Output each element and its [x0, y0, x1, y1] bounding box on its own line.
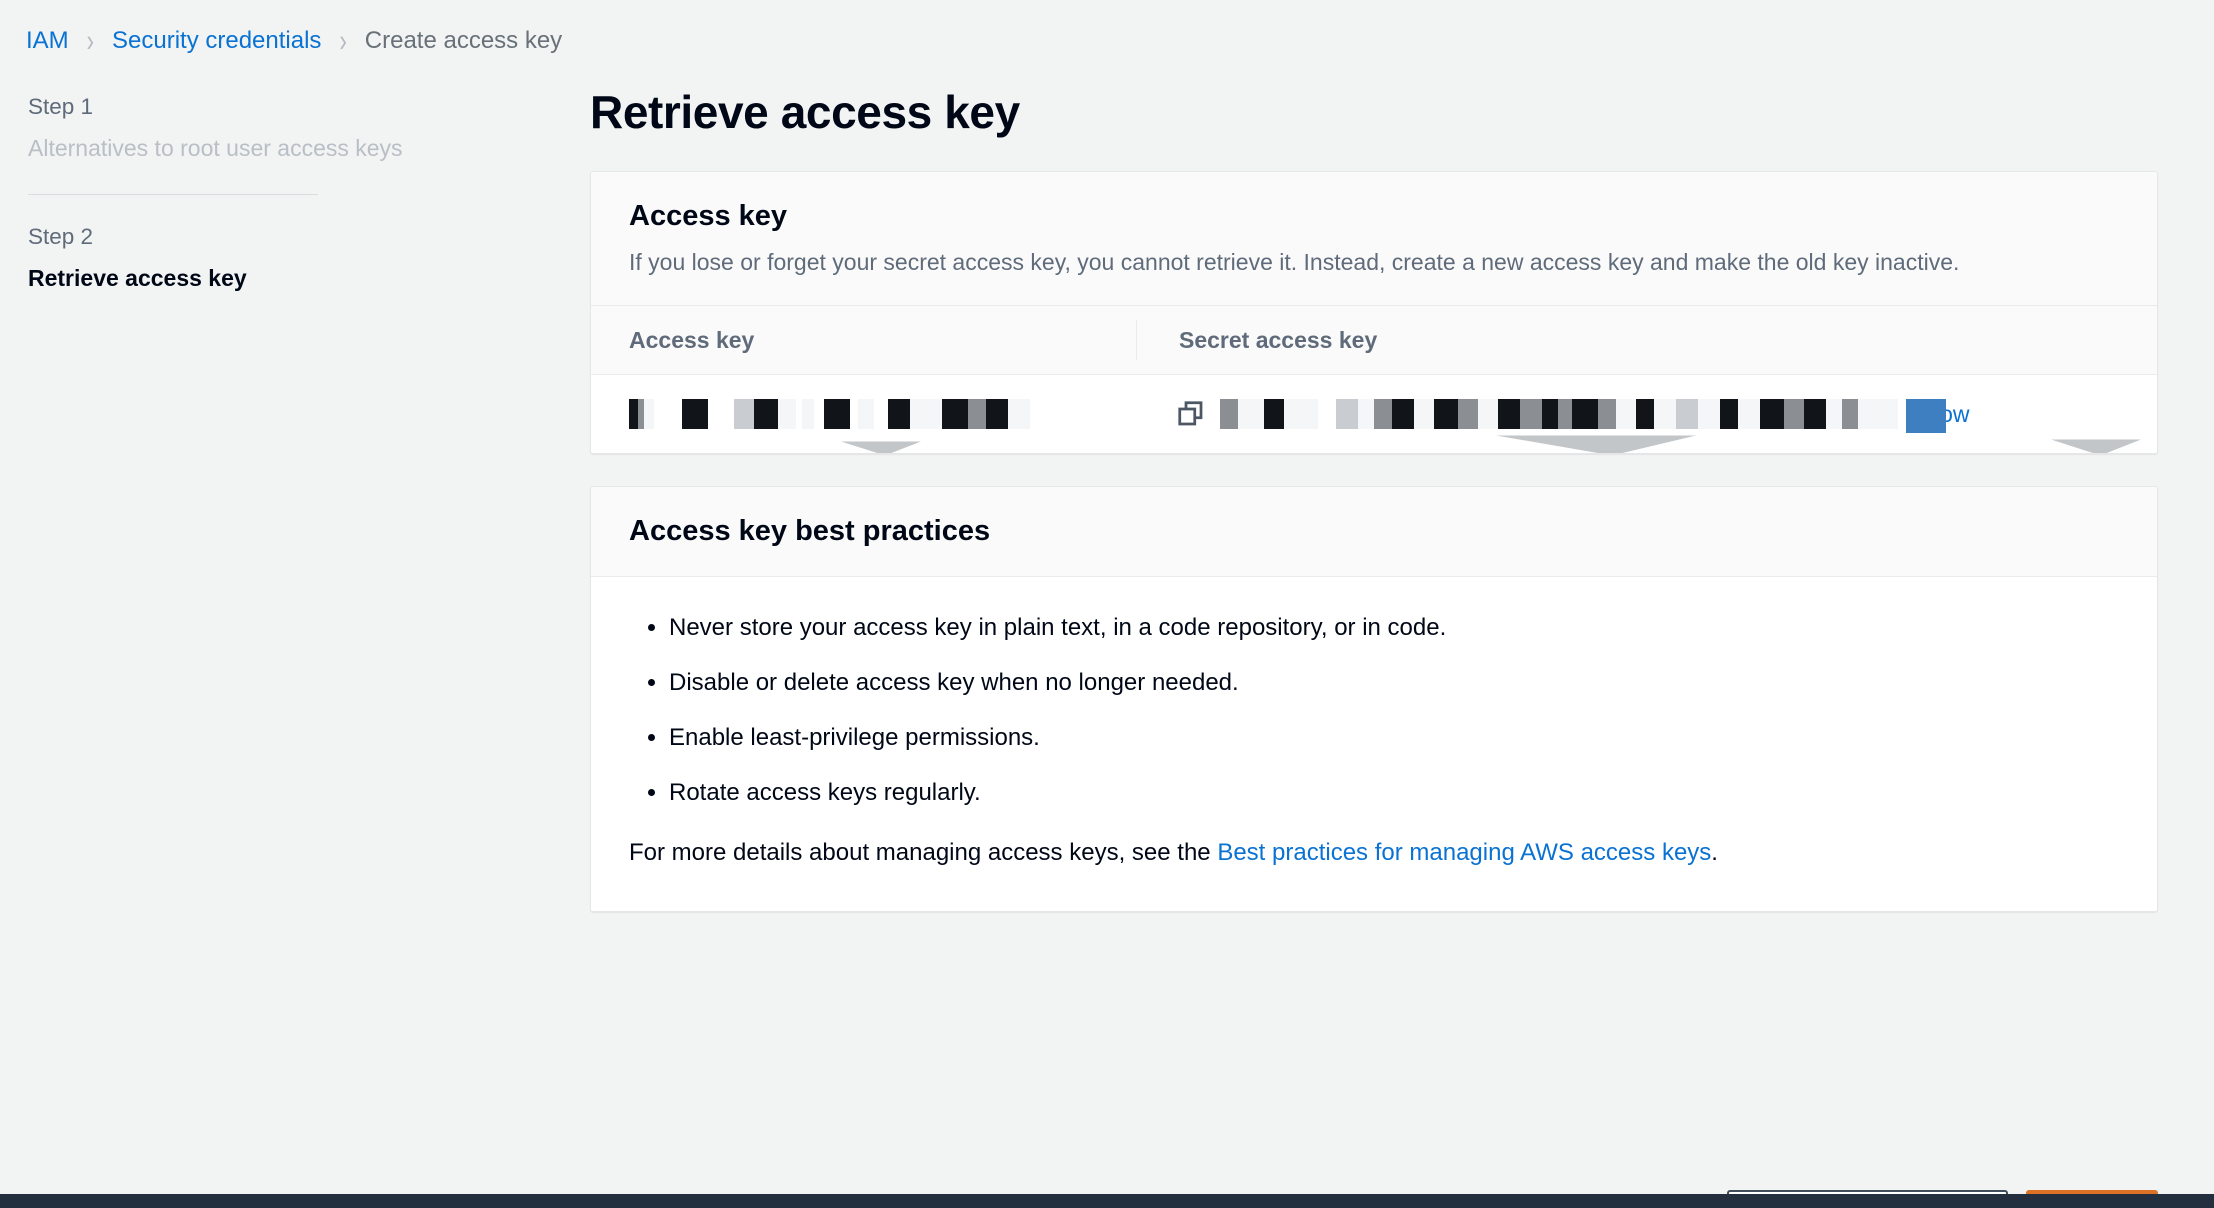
main-content: Retrieve access key Access key If you lo…	[590, 76, 2214, 944]
wizard-step-1[interactable]: Step 1 Alternatives to root user access …	[28, 91, 550, 164]
list-item: Rotate access keys regularly.	[669, 776, 2119, 810]
access-key-table: Access key Secret access key	[591, 305, 2157, 454]
breadcrumb-separator-icon: ›	[339, 22, 347, 59]
best-practices-card: Access key best practices Never store yo…	[590, 486, 2158, 912]
access-key-card-description: If you lose or forget your secret access…	[629, 249, 1960, 276]
column-header-secret-access-key: Secret access key	[1136, 320, 2157, 361]
wizard-step-2[interactable]: Step 2 Retrieve access key	[28, 221, 550, 294]
footer-prefix: For more details about managing access k…	[629, 839, 1218, 867]
footer-suffix: .	[1711, 839, 1718, 867]
access-key-table-header-row: Access key Secret access key	[591, 305, 2157, 376]
page-title: Retrieve access key	[590, 86, 1020, 138]
breadcrumb-item-iam[interactable]: IAM	[26, 27, 69, 55]
access-key-card: Access key If you lose or forget your se…	[590, 170, 2158, 455]
wizard-step-1-title: Alternatives to root user access keys	[28, 134, 403, 161]
redaction-mask	[1906, 398, 1946, 433]
list-item: Never store your access key in plain tex…	[669, 611, 2119, 645]
list-item: Disable or delete access key when no lon…	[669, 666, 2119, 700]
list-item: Enable least-privilege permissions.	[669, 721, 2119, 755]
wizard-step-divider	[28, 194, 318, 196]
breadcrumb: IAM › Security credentials › Create acce…	[0, 0, 2214, 58]
best-practices-doc-link[interactable]: Best practices for managing AWS access k…	[1217, 839, 1711, 866]
wizard-step-2-number: Step 2	[28, 224, 94, 250]
best-practices-card-body: Never store your access key in plain tex…	[591, 576, 2157, 911]
redacted-access-key	[629, 399, 1030, 430]
access-key-card-title: Access key	[629, 199, 788, 232]
breadcrumb-item-create-access-key: Create access key	[364, 27, 563, 54]
access-key-card-header: Access key If you lose or forget your se…	[591, 171, 2157, 306]
column-header-access-key: Access key	[629, 326, 755, 353]
best-practices-list: Never store your access key in plain tex…	[647, 611, 2119, 810]
wizard-step-2-title: Retrieve access key	[28, 264, 247, 291]
best-practices-card-header: Access key best practices	[591, 487, 2157, 577]
best-practices-footer-text: For more details about managing access k…	[629, 836, 2119, 871]
wizard-steps-sidebar: Step 1 Alternatives to root user access …	[0, 76, 590, 299]
breadcrumb-separator-icon: ›	[86, 22, 94, 59]
redacted-secret-access-key	[1220, 399, 1898, 430]
copy-icon[interactable]	[1176, 399, 1206, 429]
wizard-step-1-number: Step 1	[28, 94, 94, 119]
show-secret-key-link[interactable]: Show	[1906, 398, 1970, 433]
bottom-bar	[0, 1194, 2214, 1208]
page-layout: Step 1 Alternatives to root user access …	[0, 58, 2214, 1176]
best-practices-card-title: Access key best practices	[629, 515, 991, 548]
access-key-table-row: Show	[591, 375, 2157, 454]
breadcrumb-item-security-credentials[interactable]: Security credentials	[112, 27, 321, 55]
